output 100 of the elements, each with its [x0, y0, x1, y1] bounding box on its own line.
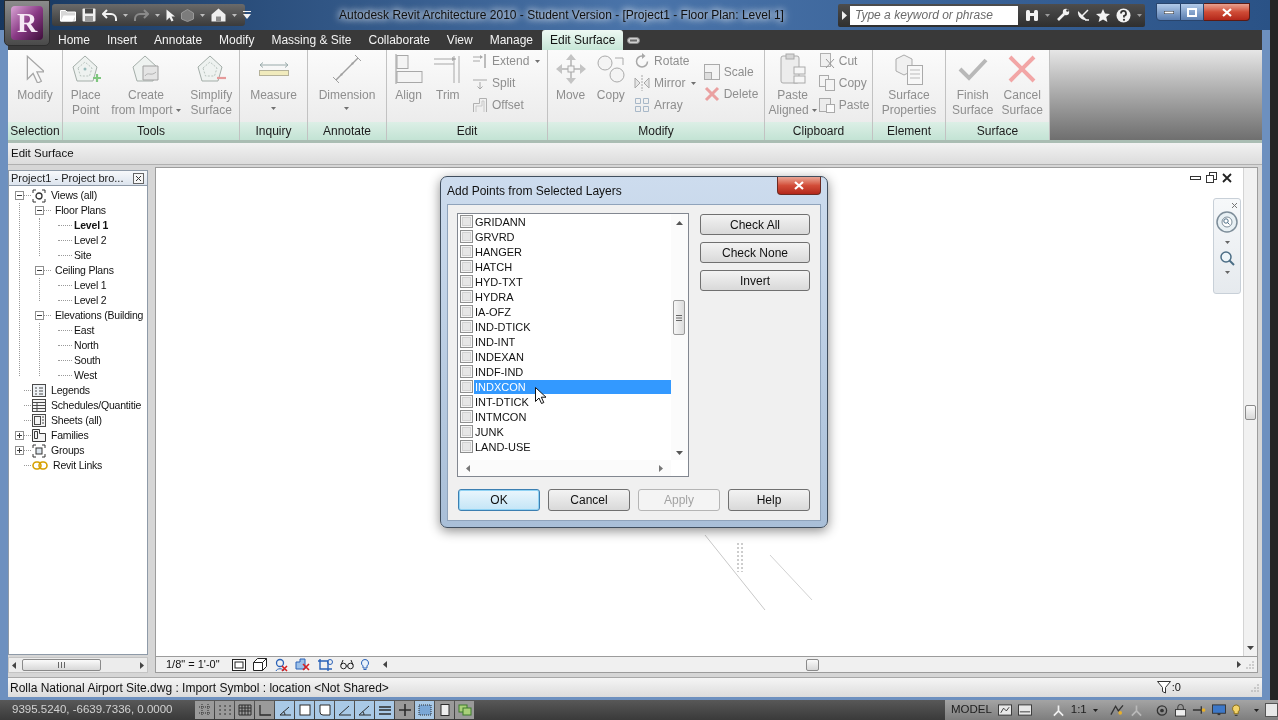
crop-icon[interactable]: [317, 657, 333, 672]
layer-name[interactable]: HATCH: [474, 259, 513, 274]
checkbox[interactable]: [460, 335, 473, 348]
ribbon-tab[interactable]: View: [438, 30, 481, 50]
layer-name[interactable]: INDF-IND: [474, 364, 524, 379]
ribbon-tab[interactable]: Annotate: [146, 30, 211, 50]
caret-icon[interactable]: [200, 13, 205, 17]
undo-icon[interactable]: [102, 9, 117, 21]
caret-icon[interactable]: [1224, 241, 1230, 244]
dialog-button[interactable]: Invert: [700, 270, 810, 291]
bulb-icon[interactable]: [361, 658, 369, 671]
caret-icon[interactable]: [1224, 271, 1230, 274]
house-icon[interactable]: [211, 8, 226, 22]
checkbox[interactable]: [460, 365, 473, 378]
status-toggle-button[interactable]: [375, 701, 394, 719]
close-button[interactable]: [1204, 3, 1250, 21]
scrollbar-thumb[interactable]: [673, 300, 685, 335]
checkbox[interactable]: [460, 290, 473, 303]
layer-name[interactable]: HANGER: [474, 244, 523, 259]
collapse-icon[interactable]: [35, 206, 44, 215]
checkbox[interactable]: [460, 320, 473, 333]
customize-menu-icon[interactable]: [243, 11, 251, 19]
status-toggle-button[interactable]: [455, 701, 474, 719]
scrollbar-thumb[interactable]: [806, 658, 819, 671]
window-icon[interactable]: [1017, 704, 1032, 716]
tree-item[interactable]: Elevations (Building: [55, 307, 144, 324]
annotation-scale[interactable]: 1:1: [1070, 701, 1087, 719]
person-cross-icon[interactable]: [274, 657, 288, 672]
status-toggle-button[interactable]: [335, 701, 354, 719]
tree-item[interactable]: Level 1: [74, 217, 109, 234]
status-toggle-button[interactable]: [275, 701, 294, 719]
pill-toggle-icon[interactable]: [627, 36, 641, 44]
layer-name[interactable]: JUNK: [474, 424, 504, 439]
dialog-button[interactable]: Cancel: [548, 489, 630, 511]
scrollbar-thumb[interactable]: [1245, 405, 1256, 420]
tree-item[interactable]: Schedules/Quantitie: [51, 397, 142, 414]
cube-icon[interactable]: [253, 658, 267, 671]
save-icon[interactable]: [82, 8, 96, 22]
tree-item[interactable]: Sheets (all): [51, 412, 102, 429]
close-icon[interactable]: [1222, 172, 1232, 183]
redo-icon[interactable]: [134, 9, 149, 21]
block-cross-icon[interactable]: [295, 658, 310, 671]
ribbon-tab[interactable]: Collaborate: [360, 30, 438, 50]
tree-item[interactable]: Site: [74, 247, 92, 264]
checkbox[interactable]: [460, 380, 473, 393]
target-icon[interactable]: [1154, 703, 1169, 717]
zigzag-dot-icon[interactable]: [1109, 704, 1124, 716]
left-arrow-icon[interactable]: [383, 661, 387, 668]
tree-item[interactable]: West: [74, 367, 97, 384]
right-arrow-icon[interactable]: [140, 661, 144, 669]
tree-item[interactable]: Level 2: [74, 232, 107, 249]
status-toggle-button[interactable]: [255, 701, 274, 719]
left-arrow-icon[interactable]: [466, 464, 470, 472]
status-toggle-button[interactable]: [355, 701, 374, 719]
layer-name[interactable]: LAND-USE: [474, 439, 531, 454]
dialog-button[interactable]: OK: [458, 489, 540, 511]
layer-name[interactable]: GRVRD: [474, 229, 515, 244]
vertical-scrollbar[interactable]: [1243, 168, 1257, 656]
checkbox[interactable]: [460, 230, 473, 243]
dialog-button[interactable]: Check All: [700, 214, 810, 235]
right-arrow-icon[interactable]: [1237, 661, 1241, 668]
steering-wheel-icon[interactable]: [1216, 211, 1238, 233]
checkbox[interactable]: [460, 350, 473, 363]
caret-icon[interactable]: [155, 13, 160, 17]
status-toggle-button[interactable]: [315, 701, 334, 719]
search-field[interactable]: Type a keyword or phrase: [850, 5, 1018, 25]
layer-name[interactable]: IND-INT: [474, 334, 516, 349]
tree-item[interactable]: Legends: [51, 382, 90, 399]
caret-icon[interactable]: [1253, 708, 1259, 712]
layer-name[interactable]: IA-OFZ: [474, 304, 512, 319]
dialog-button[interactable]: Check None: [700, 242, 810, 263]
caret-icon[interactable]: [1137, 13, 1142, 17]
hexagon-icon[interactable]: [181, 8, 194, 22]
checkbox[interactable]: [460, 245, 473, 258]
tree-item[interactable]: Level 1: [74, 277, 107, 294]
view-scale[interactable]: 1/8" = 1'-0": [166, 656, 228, 673]
restore-button[interactable]: [1181, 3, 1204, 21]
monitor-icon[interactable]: [1211, 704, 1226, 716]
ribbon-tab[interactable]: Edit Surface: [542, 30, 624, 50]
collapse-icon[interactable]: [35, 266, 44, 275]
checkbox[interactable]: [460, 275, 473, 288]
checkbox[interactable]: [460, 215, 473, 228]
minimize-icon[interactable]: [1190, 175, 1201, 180]
bulb-icon[interactable]: [1231, 703, 1240, 717]
square-button[interactable]: [1264, 703, 1278, 717]
framed-rectangle-icon[interactable]: [232, 658, 246, 671]
ribbon-tab[interactable]: Home: [50, 30, 98, 50]
close-button[interactable]: [777, 177, 821, 195]
open-folder-icon[interactable]: [60, 8, 76, 22]
status-toggle-button[interactable]: [195, 701, 214, 719]
binoculars-icon[interactable]: [1025, 8, 1039, 22]
right-arrow-icon[interactable]: [659, 464, 663, 472]
help-icon[interactable]: [1116, 7, 1131, 23]
caret-icon[interactable]: [232, 13, 237, 17]
restore-icon[interactable]: [1206, 172, 1217, 183]
ribbon-tab[interactable]: Insert: [99, 30, 146, 50]
pointer-icon[interactable]: [166, 8, 175, 22]
layer-name[interactable]: INT-DTICK: [474, 394, 529, 409]
ribbon-tab[interactable]: Modify: [211, 30, 263, 50]
checkbox[interactable]: [460, 260, 473, 273]
